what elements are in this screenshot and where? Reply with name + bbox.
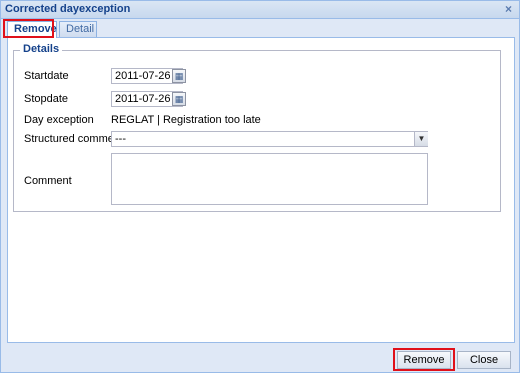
- startdate-label: Startdate: [24, 70, 69, 82]
- remove-panel: Details Startdate 2011-07-26 ▦ Stopdate …: [7, 38, 515, 343]
- tab-detail[interactable]: Detail: [59, 21, 97, 37]
- stopdate-label: Stopdate: [24, 93, 69, 105]
- tab-remove[interactable]: Remove: [7, 21, 57, 38]
- close-button[interactable]: Close: [457, 351, 511, 369]
- remove-button[interactable]: Remove: [397, 351, 451, 369]
- details-legend: Details: [20, 43, 63, 55]
- day-exception-label: Day exception: [24, 114, 94, 126]
- calendar-icon[interactable]: ▦: [172, 92, 186, 106]
- title-bar[interactable]: Corrected dayexception ×: [1, 1, 519, 19]
- chevron-down-icon[interactable]: ▼: [414, 132, 428, 146]
- comment-label: Comment: [24, 175, 72, 187]
- tab-strip: Remove Detail: [7, 21, 515, 38]
- structured-comment-select[interactable]: ---: [111, 131, 428, 147]
- details-fieldset: Details Startdate 2011-07-26 ▦ Stopdate …: [13, 43, 501, 212]
- window-title: Corrected dayexception: [5, 3, 131, 15]
- close-icon[interactable]: ×: [502, 3, 515, 16]
- structured-comment-label: Structured comment: [24, 133, 124, 145]
- calendar-icon[interactable]: ▦: [172, 69, 186, 83]
- dialog-window: Corrected dayexception × Remove Detail D…: [0, 0, 520, 373]
- comment-textarea[interactable]: [111, 153, 428, 205]
- day-exception-value: REGLAT | Registration too late: [111, 114, 261, 126]
